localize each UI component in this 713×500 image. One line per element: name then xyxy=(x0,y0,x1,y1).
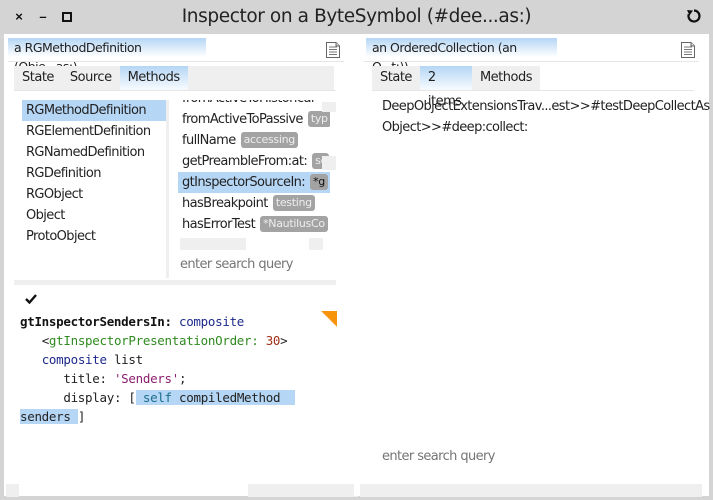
code-bracket-close: ] xyxy=(77,409,86,424)
class-item[interactable]: RGElementDefinition xyxy=(22,121,166,142)
code-arg: composite xyxy=(178,314,245,329)
code-pragma-open: < xyxy=(41,333,50,348)
items-hscrollbar[interactable] xyxy=(360,484,702,497)
class-item[interactable]: RGDefinition xyxy=(22,163,166,184)
items-list: DeepObjectExtensionsTrav...est>>#testDee… xyxy=(382,96,710,138)
class-item[interactable]: RGMethodDefinition xyxy=(22,100,166,121)
methods-search-input[interactable] xyxy=(180,254,330,274)
header-separator xyxy=(8,61,344,62)
header-separator xyxy=(364,61,699,62)
modified-flag-icon xyxy=(321,311,337,327)
pane-header-left[interactable]: a RGMethodDefinition (Obje...as:) xyxy=(8,38,206,74)
protocol-tag: typ xyxy=(307,111,330,127)
class-hierarchy-list: RGMethodDefinition RGElementDefinition R… xyxy=(22,100,169,278)
method-item[interactable]: hasErrorTest *NautilusCo xyxy=(178,214,330,235)
protocol-tag: testing xyxy=(272,195,315,211)
code-pragma: gtInspectorPresentationOrder: xyxy=(48,333,259,348)
accept-check-icon[interactable] xyxy=(24,292,38,306)
method-item[interactable]: getPreambleFrom:at: sc xyxy=(178,151,330,172)
methods-scrollbar[interactable] xyxy=(322,156,336,170)
tab-state[interactable]: State xyxy=(14,66,62,90)
code-composite: composite xyxy=(41,352,107,367)
code-selection: self compiledMethod xyxy=(135,390,295,405)
code-number: 30 xyxy=(265,333,281,348)
method-item[interactable]: hasBreakpoint testing xyxy=(178,193,330,214)
code-string: 'Senders' xyxy=(113,371,179,386)
tab-underline xyxy=(372,90,694,91)
method-item[interactable]: gtInspectorSourceIn: *g xyxy=(178,172,330,193)
tab-underline xyxy=(14,90,336,91)
code-title-kw: title: xyxy=(63,371,107,386)
method-name: getPreambleFrom:at: xyxy=(182,154,308,169)
method-name: fromActiveToPassive xyxy=(182,112,303,127)
method-item[interactable]: fromActiveToHistorical xyxy=(178,100,330,109)
protocol-tag: accessing xyxy=(240,132,298,148)
window-title: Inspector on a ByteSymbol (#dee...as:) xyxy=(181,6,532,27)
protocol-tag: *g xyxy=(310,174,328,190)
tab-items[interactable]: 2 items xyxy=(419,66,472,109)
left-pane: a RGMethodDefinition (Obje...as:) State … xyxy=(4,34,358,497)
methods-scrollbar[interactable] xyxy=(322,102,336,112)
code-self: self xyxy=(142,390,172,405)
tab-bar-left: State Source Methods xyxy=(14,66,334,90)
tab-bar-right: State 2 items Methods xyxy=(372,66,540,109)
tab-methods[interactable]: Methods xyxy=(119,66,188,90)
class-item[interactable]: ProtoObject xyxy=(22,226,166,247)
code-hscrollbar-left[interactable] xyxy=(6,484,19,497)
code-hscrollbar-right[interactable] xyxy=(248,484,358,497)
method-name: hasErrorTest xyxy=(182,217,256,232)
list-item[interactable]: DeepObjectExtensionsTrav...est>>#testDee… xyxy=(382,96,710,117)
tab-source[interactable]: Source xyxy=(62,66,120,90)
class-item[interactable]: Object xyxy=(22,205,166,226)
title-bar: × – Inspector on a ByteSymbol (#dee...as… xyxy=(0,0,713,34)
method-item[interactable]: fromActiveToPassive typ xyxy=(178,109,330,130)
list-splitter[interactable] xyxy=(14,280,336,285)
method-name: gtInspectorSourceIn: xyxy=(182,175,306,190)
class-item[interactable]: RGNamedDefinition xyxy=(22,142,166,163)
document-icon[interactable] xyxy=(326,42,340,58)
items-search-input[interactable] xyxy=(382,446,682,466)
method-name: hasBreakpoint xyxy=(182,196,268,211)
code-display-kw: display: xyxy=(63,390,122,405)
class-item[interactable]: RGObject xyxy=(22,184,166,205)
methods-hscrollbar[interactable] xyxy=(180,238,246,250)
tab-methods[interactable]: Methods xyxy=(472,66,540,90)
code-compiled-method: compiledMethod xyxy=(179,390,281,405)
inspector-window: a RGMethodDefinition (Obje...as:) State … xyxy=(4,34,710,497)
code-pragma-close: > xyxy=(280,333,288,348)
method-item[interactable]: fullName accessing xyxy=(178,130,330,151)
code-semicolon: ; xyxy=(178,371,187,386)
code-selection-2: senders xyxy=(20,409,78,424)
right-pane: an OrderedCollection (an O...t:)) State … xyxy=(360,34,710,497)
method-name: fullName xyxy=(182,133,236,148)
code-bracket-open: [ xyxy=(128,390,136,405)
methods-list: fromActiveToHistorical fromActiveToPassi… xyxy=(178,100,330,252)
tab-state[interactable]: State xyxy=(372,66,420,90)
code-editor[interactable]: gtInspectorSendersIn: composite <gtInspe… xyxy=(20,312,338,426)
refresh-icon[interactable] xyxy=(685,7,703,25)
document-icon[interactable] xyxy=(681,42,695,58)
protocol-tag: *NautilusCo xyxy=(260,216,328,232)
code-list: list xyxy=(113,352,143,367)
code-selector: gtInspectorSendersIn: xyxy=(20,314,172,329)
methods-hscrollbar-end[interactable] xyxy=(309,238,323,250)
method-name: fromActiveToHistorical xyxy=(182,100,314,106)
code-senders: senders xyxy=(20,409,71,424)
pane-header-right[interactable]: an OrderedCollection (an O...t:)) xyxy=(366,38,557,74)
list-item[interactable]: Object>>#deep:collect: xyxy=(382,117,702,138)
